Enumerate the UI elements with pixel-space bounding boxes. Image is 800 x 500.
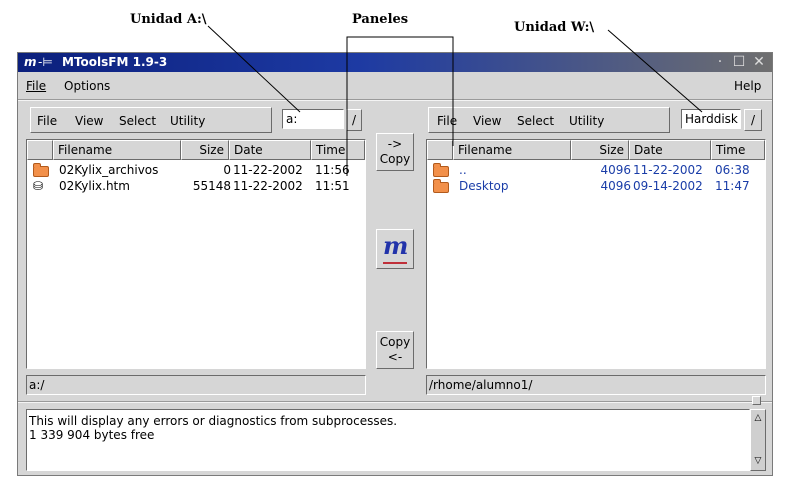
mtools-logo-button[interactable]: m (376, 229, 414, 269)
right-menu-file[interactable]: File (437, 114, 457, 128)
right-menu-utility[interactable]: Utility (569, 114, 604, 128)
right-col-date[interactable]: Date (629, 140, 711, 160)
main-window: m -⊨ MToolsFM 1.9-3 · ☐ ✕ File Options H… (17, 52, 773, 476)
left-status-path: a:/ (26, 375, 366, 395)
row-time: 11:51 (315, 179, 350, 193)
maximize-icon[interactable]: ☐ (731, 54, 747, 70)
table-row[interactable]: ⛁ 02Kylix.htm 55148 11-22-2002 11:51 (27, 179, 365, 195)
right-menu-view[interactable]: View (473, 114, 501, 128)
row-size: 4096 (600, 179, 631, 193)
log-scrollbar[interactable]: △ ▽ (750, 409, 766, 471)
left-col-date[interactable]: Date (229, 140, 311, 160)
html-file-icon: ⛁ (33, 179, 44, 193)
title-bar[interactable]: m -⊨ MToolsFM 1.9-3 · ☐ ✕ (18, 53, 772, 72)
menu-options[interactable]: Options (64, 79, 110, 93)
left-col-time[interactable]: Time (311, 140, 365, 160)
app-icon[interactable]: m (24, 55, 37, 69)
row-filename: .. (459, 163, 467, 177)
right-menu-select[interactable]: Select (517, 114, 554, 128)
row-filename: Desktop (459, 179, 509, 193)
row-size: 0 (223, 163, 231, 177)
copy-right-button[interactable]: -> Copy (376, 133, 414, 171)
scroll-down-icon[interactable]: ▽ (752, 454, 764, 469)
row-time: 11:47 (715, 179, 750, 193)
pane-splitter[interactable] (18, 401, 772, 403)
mtools-logo-icon: m (383, 230, 408, 264)
right-col-icon[interactable] (427, 140, 453, 160)
folder-icon (433, 163, 449, 177)
left-panel-menu: File View Select Utility (30, 107, 272, 133)
menu-file[interactable]: File (26, 79, 46, 93)
left-menu-select[interactable]: Select (119, 114, 156, 128)
right-file-list[interactable]: Filename Size Date Time .. 4096 11-22-20… (426, 139, 766, 369)
folder-icon (433, 179, 449, 193)
left-drive-input[interactable]: a: (282, 109, 344, 129)
row-size: 4096 (600, 163, 631, 177)
copy-right-label: Copy (379, 152, 411, 166)
table-row[interactable]: 02Kylix_archivos 0 11-22-2002 11:56 (27, 163, 365, 179)
menu-separator (18, 99, 772, 101)
left-menu-view[interactable]: View (75, 114, 103, 128)
row-time: 11:56 (315, 163, 350, 177)
left-menu-file[interactable]: File (37, 114, 57, 128)
right-col-filename[interactable]: Filename (453, 140, 571, 160)
annotation-drive-w: Unidad W:\ (514, 20, 595, 35)
row-filename: 02Kylix_archivos (59, 163, 159, 177)
right-root-button[interactable]: / (744, 109, 762, 131)
copy-left-label: Copy (379, 335, 411, 349)
menu-help[interactable]: Help (734, 79, 761, 93)
row-date: 11-22-2002 (633, 163, 703, 177)
row-filename: 02Kylix.htm (59, 179, 130, 193)
left-root-button[interactable]: / (346, 109, 362, 131)
right-status-path: /rhome/alumno1/ (426, 375, 766, 395)
window-title: MToolsFM 1.9-3 (62, 55, 168, 69)
table-row[interactable]: Desktop 4096 09-14-2002 11:47 (427, 179, 765, 195)
scroll-up-icon[interactable]: △ (752, 411, 764, 426)
row-date: 11-22-2002 (233, 179, 303, 193)
row-date: 09-14-2002 (633, 179, 703, 193)
table-row[interactable]: .. 4096 11-22-2002 06:38 (427, 163, 765, 179)
left-col-size[interactable]: Size (181, 140, 229, 160)
left-col-icon[interactable] (27, 140, 53, 160)
right-col-time[interactable]: Time (711, 140, 765, 160)
right-drive-input[interactable]: Harddisk (681, 109, 741, 129)
folder-icon (33, 163, 49, 177)
log-line: 1 339 904 bytes free (29, 428, 155, 442)
pin-icon[interactable]: -⊨ (38, 55, 53, 69)
log-line: This will display any errors or diagnost… (29, 414, 398, 428)
right-panel-menu: File View Select Utility (428, 107, 670, 133)
right-col-size[interactable]: Size (571, 140, 629, 160)
minimize-icon[interactable]: · (712, 54, 728, 70)
left-file-list[interactable]: Filename Size Date Time 02Kylix_archivos… (26, 139, 366, 369)
log-output[interactable]: This will display any errors or diagnost… (26, 409, 750, 471)
arrow-right-icon: -> (387, 137, 403, 151)
annotation-drive-a: Unidad A:\ (130, 12, 207, 27)
left-menu-utility[interactable]: Utility (170, 114, 205, 128)
arrow-left-icon: <- (387, 350, 403, 364)
copy-left-button[interactable]: Copy <- (376, 331, 414, 369)
annotation-panels: Paneles (352, 12, 409, 27)
close-icon[interactable]: ✕ (751, 54, 767, 70)
row-time: 06:38 (715, 163, 750, 177)
menu-bar: File Options Help (18, 74, 772, 98)
row-date: 11-22-2002 (233, 163, 303, 177)
left-col-filename[interactable]: Filename (53, 140, 181, 160)
row-size: 55148 (192, 179, 231, 193)
splitter-handle[interactable] (752, 396, 761, 405)
